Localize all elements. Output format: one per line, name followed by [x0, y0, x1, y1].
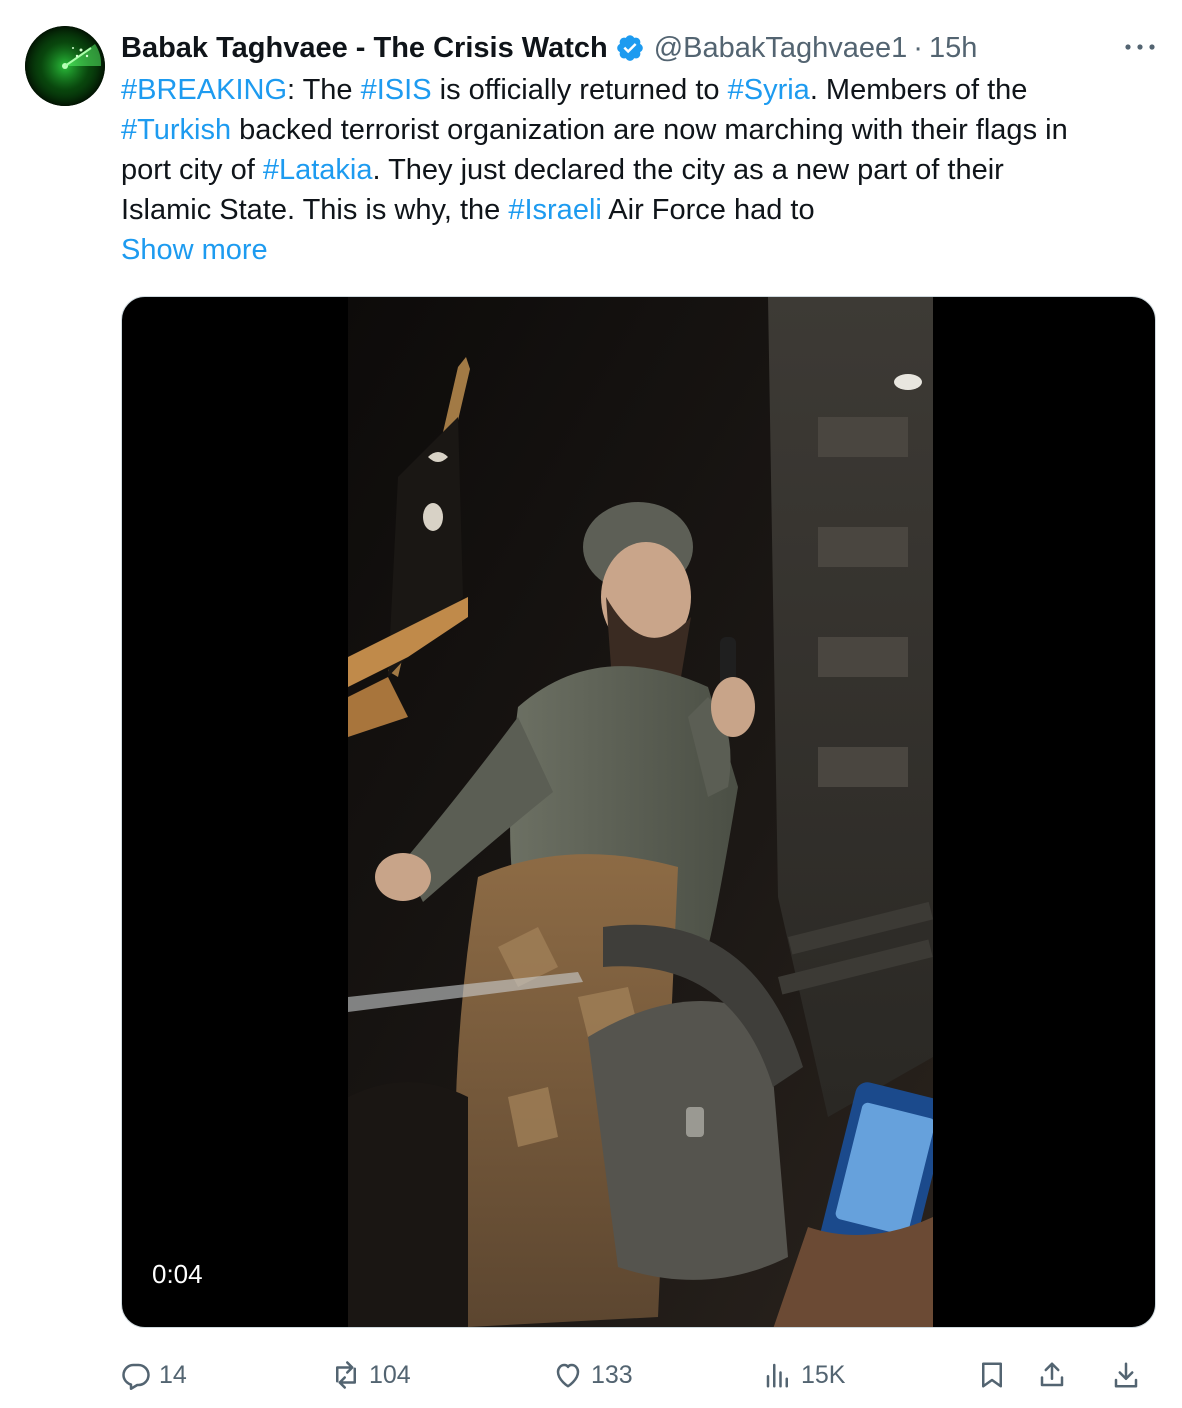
- show-more-link[interactable]: Show more: [121, 230, 268, 270]
- share-icon: [1040, 1362, 1064, 1387]
- separator-dot: ·: [913, 31, 923, 64]
- video-player[interactable]: 0:04: [121, 296, 1156, 1328]
- more-options-button[interactable]: [1123, 34, 1157, 60]
- hashtag-link[interactable]: #Syria: [728, 74, 810, 106]
- download-icon: [1114, 1362, 1138, 1388]
- views-button[interactable]: 15K: [763, 1355, 845, 1395]
- download-button[interactable]: [1111, 1355, 1141, 1395]
- like-count: 133: [591, 1360, 633, 1389]
- reply-button[interactable]: 14: [121, 1355, 187, 1395]
- like-button[interactable]: 133: [553, 1355, 633, 1395]
- tweet-text-segment: . They just declared the city as a new p…: [372, 154, 1004, 186]
- tweet-text-line: Islamic State. This is why, the #Israeli…: [121, 190, 1156, 230]
- avatar[interactable]: [25, 26, 105, 106]
- verified-badge-icon: [616, 35, 643, 61]
- tweet-text-line: port city of #Latakia. They just declare…: [121, 150, 1156, 190]
- tweet-text: #BREAKING: The #ISIS is officially retur…: [121, 70, 1156, 230]
- bookmark-button[interactable]: [977, 1355, 1007, 1395]
- tweet-text-line: #BREAKING: The #ISIS is officially retur…: [121, 70, 1156, 110]
- more-horizontal-icon: [1125, 44, 1155, 50]
- hashtag-link[interactable]: #BREAKING: [121, 74, 287, 106]
- reply-count: 14: [159, 1360, 187, 1389]
- action-bar: 14 104 133 15K: [121, 1355, 1151, 1395]
- tweet-text-segment: is officially returned to: [431, 74, 728, 106]
- repost-icon: [336, 1361, 356, 1389]
- views-chart-icon: [766, 1363, 788, 1388]
- bookmark-icon: [982, 1362, 1002, 1388]
- tweet: Babak Taghvaee - The Crisis Watch @Babak…: [0, 0, 1182, 1408]
- tweet-header: Babak Taghvaee - The Crisis Watch @Babak…: [121, 26, 977, 70]
- tweet-text-segment: port city of: [121, 154, 263, 186]
- repost-button[interactable]: 104: [331, 1355, 411, 1395]
- repost-count: 104: [369, 1360, 411, 1389]
- radar-logo-icon: [25, 26, 105, 106]
- author-handle[interactable]: @BabakTaghvaee1: [654, 32, 908, 65]
- video-duration: 0:04: [152, 1259, 203, 1289]
- hashtag-link[interactable]: #Turkish: [121, 114, 231, 146]
- video-frame[interactable]: [348, 297, 933, 1327]
- timestamp[interactable]: 15h: [929, 32, 977, 65]
- author-name[interactable]: Babak Taghvaee - The Crisis Watch: [121, 32, 608, 65]
- heart-icon: [556, 1363, 580, 1388]
- tweet-text-segment: . Members of the: [809, 74, 1028, 106]
- view-count: 15K: [801, 1360, 846, 1389]
- tweet-text-segment: Islamic State. This is why, the: [121, 194, 509, 226]
- share-button[interactable]: [1037, 1355, 1067, 1395]
- hashtag-link[interactable]: #Latakia: [263, 154, 373, 186]
- tweet-text-segment: : The: [287, 74, 361, 106]
- reply-icon: [122, 1363, 150, 1390]
- hashtag-link[interactable]: #Israeli: [508, 194, 602, 226]
- tweet-text-segment: Air Force had to: [601, 194, 815, 226]
- tweet-text-line: #Turkish backed terrorist organization a…: [121, 110, 1156, 150]
- hashtag-link[interactable]: #ISIS: [361, 74, 432, 106]
- tweet-text-segment: backed terrorist organization are now ma…: [231, 114, 1068, 146]
- video-thumbnail: [348, 297, 933, 1327]
